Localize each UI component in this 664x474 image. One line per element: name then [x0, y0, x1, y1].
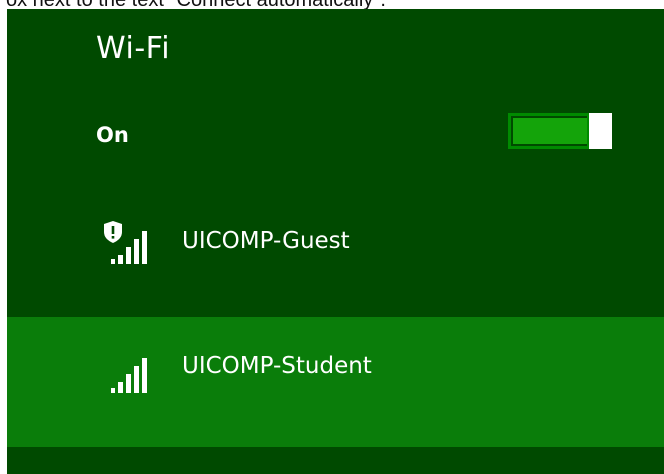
wifi-toggle[interactable] — [508, 113, 612, 149]
wifi-panel: Wi-Fi On UICOMP-Guest UICOMP-Student — [7, 9, 664, 474]
network-item-uicomp-student[interactable]: UICOMP-Student — [7, 317, 664, 447]
wifi-signal-shield-warning-icon — [104, 221, 147, 264]
network-name: UICOMP-Guest — [182, 228, 350, 254]
caption-clip: ox next to the text "Connect automatical… — [0, 0, 664, 9]
wifi-status-label: On — [96, 123, 129, 147]
network-name: UICOMP-Student — [182, 353, 372, 379]
toggle-fill — [513, 118, 587, 144]
page: ox next to the text "Connect automatical… — [0, 0, 664, 474]
panel-bottom — [7, 447, 664, 474]
network-item-uicomp-guest[interactable]: UICOMP-Guest — [7, 194, 664, 306]
toggle-thumb[interactable] — [589, 113, 612, 149]
caption-text: ox next to the text "Connect automatical… — [6, 0, 386, 9]
wifi-signal-icon — [111, 358, 147, 393]
wifi-title: Wi-Fi — [96, 31, 171, 66]
